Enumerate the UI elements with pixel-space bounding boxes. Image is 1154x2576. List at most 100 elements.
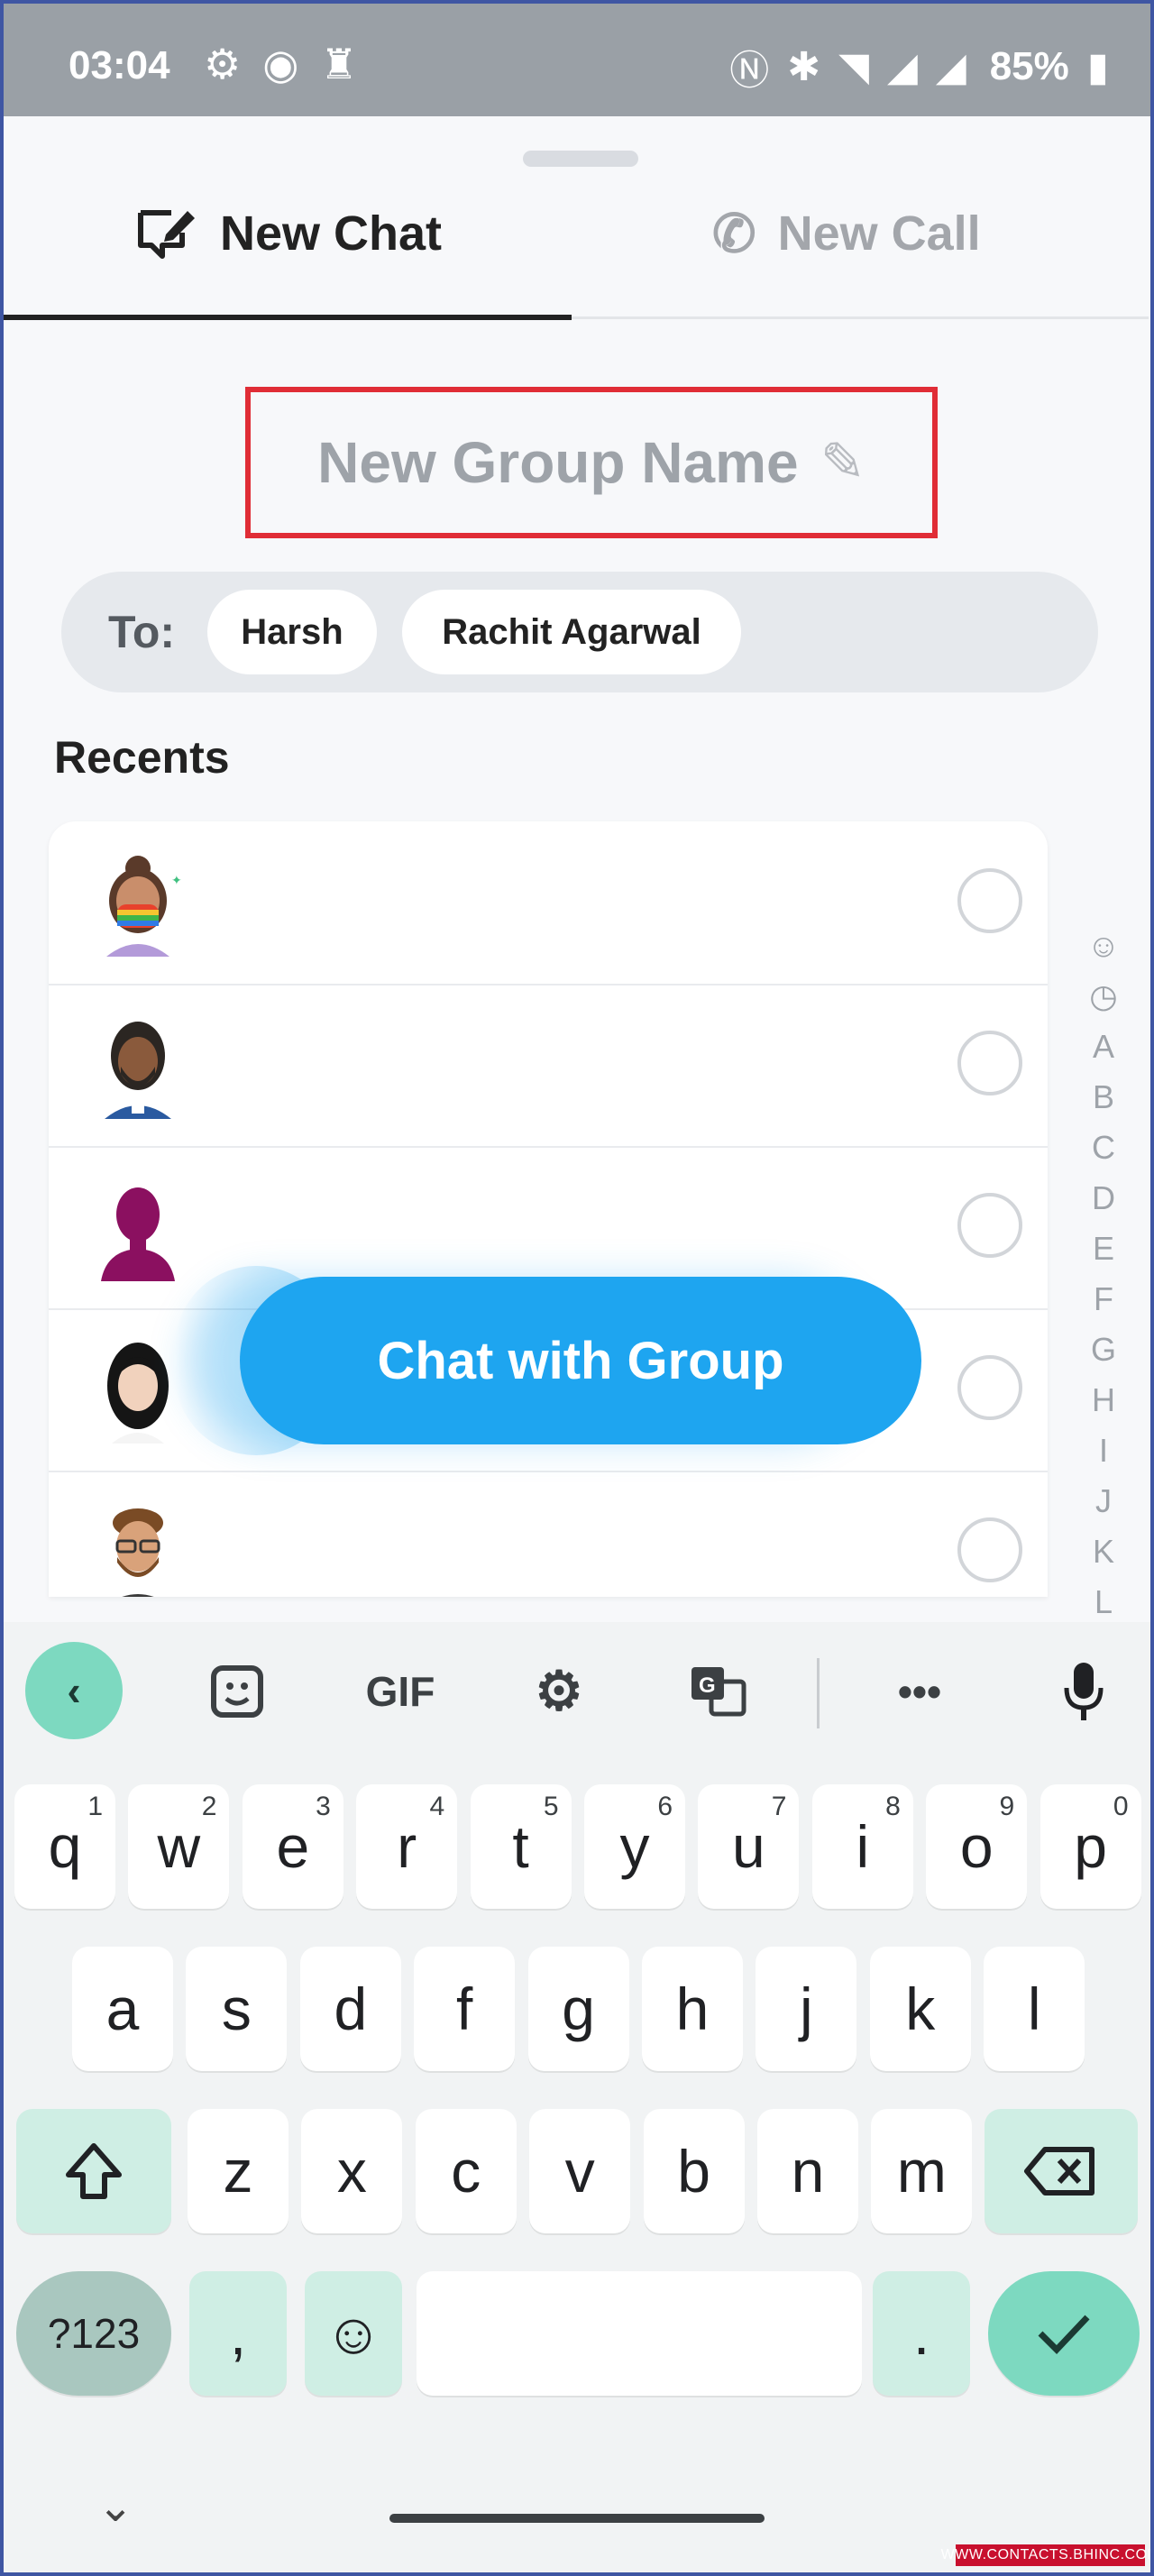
to-label: To: <box>108 607 176 657</box>
key-h-label: h <box>675 1976 710 2042</box>
key-f[interactable]: f <box>414 1947 516 2071</box>
key-l[interactable]: l <box>984 1947 1085 2071</box>
key-z[interactable]: z <box>188 2109 288 2233</box>
list-item[interactable]: ✦ <box>49 821 1048 985</box>
bitmoji-avatar-icon: ✦ <box>106 856 182 957</box>
key-w[interactable]: w2 <box>128 1784 230 1909</box>
key-q-label: q <box>48 1813 82 1880</box>
key-p-hint: 0 <box>1113 1792 1129 1821</box>
az-l[interactable]: L <box>1084 1577 1123 1627</box>
signal-off-icon-2: ◢ <box>935 44 966 89</box>
tab-new-call[interactable]: ✆ New Call <box>712 179 981 288</box>
group-name-placeholder: New Group Name <box>317 430 799 495</box>
select-radio[interactable] <box>957 1031 1022 1095</box>
keyboard: ‹ GIF ⚙ G ••• ?123 , ☺ . q 1 w 2 e 3 r 4… <box>4 1622 1150 2572</box>
key-y-hint: 6 <box>657 1792 673 1821</box>
recipient-chip-rachit[interactable]: Rachit Agarwal <box>402 590 741 674</box>
chat-with-group-button[interactable]: Chat with Group <box>240 1277 921 1444</box>
key-e[interactable]: e3 <box>242 1784 343 1909</box>
pencil-icon[interactable]: ✎ <box>820 431 866 494</box>
key-n[interactable]: n <box>757 2109 858 2233</box>
gesture-nav-bar[interactable] <box>389 2514 765 2523</box>
key-o-hint: 9 <box>999 1792 1015 1821</box>
smiley-icon: ☺ <box>324 2301 383 2366</box>
bluetooth-icon: ✱ <box>787 44 821 89</box>
svg-text:✦: ✦ <box>171 873 182 887</box>
key-d[interactable]: d <box>299 1947 401 2071</box>
select-radio[interactable] <box>957 868 1022 933</box>
chevron-down-icon[interactable]: ⌄ <box>97 2481 133 2532</box>
key-j[interactable]: j <box>756 1947 857 2071</box>
key-s[interactable]: s <box>186 1947 288 2071</box>
key-h[interactable]: h <box>642 1947 743 2071</box>
more-icon[interactable]: ••• <box>875 1642 965 1741</box>
key-c-label: c <box>451 2138 481 2205</box>
select-radio[interactable] <box>957 1355 1022 1420</box>
translate-icon[interactable]: G <box>673 1642 763 1741</box>
key-a-label: a <box>105 1976 140 2042</box>
enter-key[interactable] <box>988 2271 1140 2396</box>
az-c[interactable]: C <box>1084 1123 1123 1173</box>
wifi-icon: ◥ <box>838 44 870 89</box>
az-d[interactable]: D <box>1084 1173 1123 1224</box>
toolbar-divider <box>817 1658 820 1728</box>
status-icons-left: ⚙ ◉ ♜ <box>204 40 358 88</box>
emoji-key[interactable]: ☺ <box>305 2271 402 2396</box>
az-a[interactable]: A <box>1084 1022 1123 1072</box>
symbols-key[interactable]: ?123 <box>16 2271 171 2396</box>
screen: 03:04 ⚙ ◉ ♜ Ⓝ ✱ ◥ ◢ ◢ 85% ▮ New Chat ✆ N… <box>0 0 1154 2576</box>
az-k[interactable]: K <box>1084 1526 1123 1577</box>
key-k[interactable]: k <box>869 1947 971 2071</box>
tab-new-chat[interactable]: New Chat <box>135 179 442 288</box>
shift-key[interactable] <box>16 2109 171 2233</box>
key-y[interactable]: y6 <box>584 1784 685 1909</box>
microphone-icon[interactable] <box>1039 1642 1129 1741</box>
key-b-label: b <box>677 2138 710 2205</box>
key-o[interactable]: o9 <box>926 1784 1028 1909</box>
az-j[interactable]: J <box>1084 1476 1123 1526</box>
az-smiley[interactable]: ☺ <box>1084 921 1123 971</box>
key-v[interactable]: v <box>529 2109 631 2233</box>
list-item[interactable] <box>49 1471 1048 1597</box>
sheet-handle[interactable] <box>523 151 638 167</box>
backspace-key[interactable] <box>985 2109 1138 2233</box>
key-t[interactable]: t5 <box>470 1784 572 1909</box>
az-h[interactable]: H <box>1084 1375 1123 1426</box>
list-item[interactable] <box>49 984 1048 1148</box>
sticker-icon[interactable] <box>197 1642 278 1741</box>
key-a[interactable]: a <box>72 1947 173 2071</box>
key-g[interactable]: g <box>527 1947 629 2071</box>
gear-icon[interactable]: ⚙ <box>514 1642 604 1741</box>
key-c[interactable]: c <box>415 2109 517 2233</box>
key-i[interactable]: i8 <box>811 1784 913 1909</box>
key-q[interactable]: q1 <box>14 1784 115 1909</box>
key-m[interactable]: m <box>871 2109 973 2233</box>
keyboard-back-button[interactable]: ‹ <box>25 1642 123 1739</box>
period-key[interactable]: . <box>873 2271 970 2396</box>
recipient-chip-harsh[interactable]: Harsh <box>207 590 377 674</box>
az-b[interactable]: B <box>1084 1072 1123 1123</box>
default-avatar-icon <box>101 1187 175 1281</box>
nfc-icon: Ⓝ <box>729 49 770 93</box>
gif-button[interactable]: GIF <box>346 1642 454 1741</box>
az-i[interactable]: I <box>1084 1426 1123 1476</box>
key-u[interactable]: u7 <box>698 1784 800 1909</box>
az-g[interactable]: G <box>1084 1325 1123 1375</box>
alphabet-index[interactable]: ☺ ◷ A B C D E F G H I J K L <box>1084 921 1123 1627</box>
to-field[interactable]: To: Harsh Rachit Agarwal <box>61 572 1098 692</box>
az-e[interactable]: E <box>1084 1224 1123 1274</box>
bitmoji-avatar-icon <box>107 1343 169 1444</box>
az-recent[interactable]: ◷ <box>1084 971 1123 1022</box>
key-x[interactable]: x <box>301 2109 403 2233</box>
key-b[interactable]: b <box>643 2109 745 2233</box>
key-p[interactable]: p0 <box>1040 1784 1141 1909</box>
key-r[interactable]: r4 <box>356 1784 458 1909</box>
key-g-label: g <box>562 1976 595 2042</box>
az-f[interactable]: F <box>1084 1274 1123 1325</box>
group-name-field[interactable]: New Group Name ✎ <box>245 387 938 538</box>
spacebar[interactable] <box>417 2271 862 2396</box>
key-w-hint: 2 <box>201 1792 217 1821</box>
comma-key[interactable]: , <box>189 2271 287 2396</box>
select-radio[interactable] <box>957 1517 1022 1582</box>
select-radio[interactable] <box>957 1193 1022 1258</box>
